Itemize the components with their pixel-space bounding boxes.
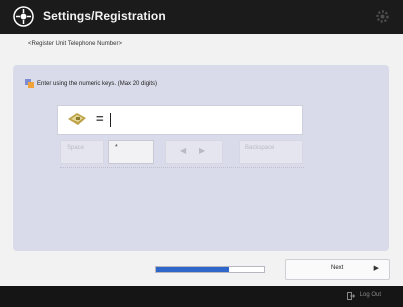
logout-icon: [347, 292, 355, 300]
space-button[interactable]: Space: [60, 140, 104, 164]
cursor-right-button[interactable]: ▶: [199, 146, 205, 155]
backspace-button[interactable]: Backspace: [239, 140, 303, 164]
telephone-number-field[interactable]: =: [57, 105, 303, 135]
cursor-arrow-buttons: ◀ ▶: [165, 140, 223, 164]
divider: [60, 167, 304, 168]
breadcrumb: <Register Unit Telephone Number>: [28, 41, 122, 47]
gear-icon: [376, 10, 389, 23]
cursor-left-button[interactable]: ◀: [180, 146, 186, 155]
symbol-dropdown-value: *: [115, 144, 118, 151]
instruction-text: Enter using the numeric keys. (Max 20 di…: [37, 81, 158, 87]
symbol-dropdown[interactable]: *: [108, 140, 154, 164]
logout-button[interactable]: Log Out: [360, 292, 381, 298]
header-bar: Settings/Registration: [0, 0, 403, 34]
next-button[interactable]: Next ▶: [285, 259, 390, 280]
footer-bar: Log Out: [0, 286, 403, 307]
progress-bar: [155, 266, 265, 273]
phone-icon: [68, 113, 86, 125]
progress-fill: [156, 267, 230, 272]
field-prefix: =: [96, 111, 104, 126]
space-button-label: Space: [67, 145, 85, 151]
keypad-hand-icon: [25, 79, 34, 88]
next-arrow-icon: ▶: [373, 265, 379, 272]
next-button-label: Next: [331, 265, 344, 271]
backspace-button-label: Backspace: [245, 145, 275, 151]
settings-menu-icon[interactable]: [13, 6, 34, 27]
page-title: Settings/Registration: [43, 9, 166, 23]
text-caret: [110, 113, 111, 127]
